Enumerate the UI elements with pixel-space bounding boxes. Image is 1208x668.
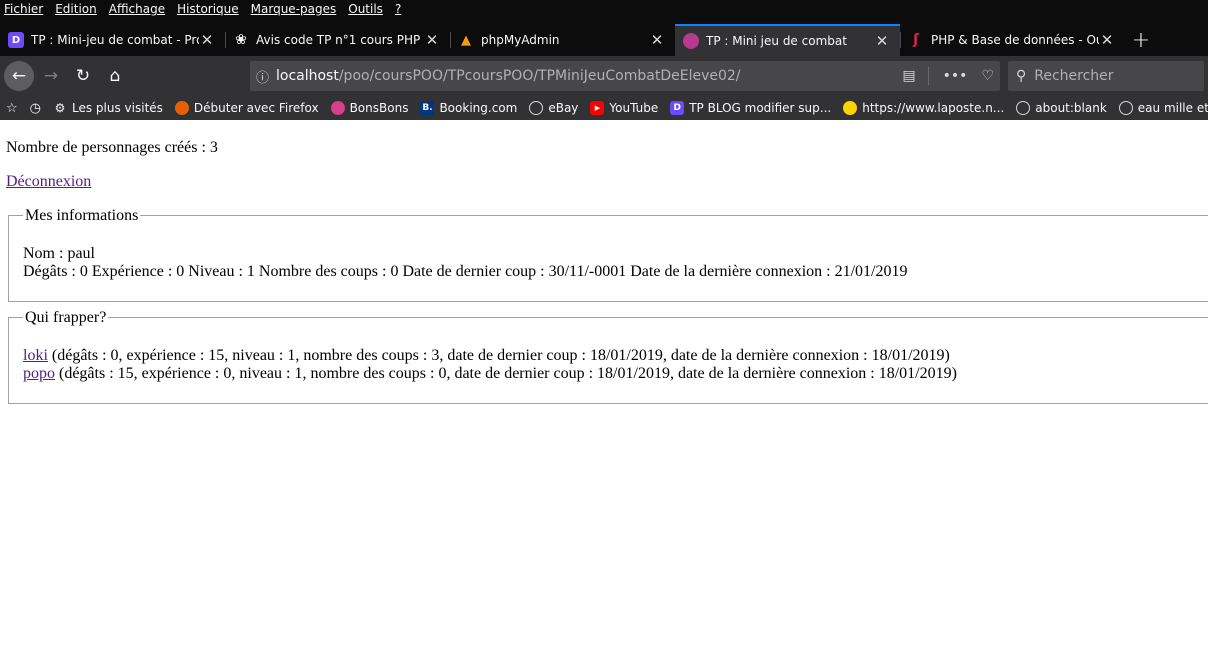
page-content: Nombre de personnages créés : 3 Déconnex…	[0, 120, 1208, 404]
page-favicon-icon	[683, 33, 699, 49]
phpmyadmin-favicon-icon: ▲	[461, 32, 471, 48]
tab-title: phpMyAdmin	[481, 33, 560, 47]
target-item: loki (dégâts : 0, expérience : 15, nivea…	[23, 347, 950, 364]
openclassrooms-icon: D	[670, 101, 685, 115]
url-path: /poo/coursPOO/TPcoursPOO/TPMiniJeuCombat…	[338, 68, 741, 84]
reader-view-icon[interactable]: ▤	[902, 68, 915, 84]
target-details: (dégâts : 0, expérience : 15, niveau : 1…	[47, 347, 950, 364]
target-item: popo (dégâts : 15, expérience : 0, nivea…	[23, 365, 957, 382]
targets-legend: Qui frapper?	[25, 309, 107, 326]
reload-button[interactable]: ↻	[68, 61, 98, 91]
bookmark-ebay[interactable]: eBay	[529, 101, 578, 115]
menu-historique[interactable]: Historique	[177, 2, 239, 16]
player-name: Nom : paul	[23, 245, 95, 262]
menu-marque-pages[interactable]: Marque-pages	[251, 2, 337, 16]
bookmark-most-visited[interactable]: ⚙ Les plus visités	[53, 101, 163, 115]
tab-4-active[interactable]: TP : Mini jeu de combat ✕	[675, 24, 900, 56]
search-icon: ⚲	[1016, 68, 1027, 84]
tab-title: TP : Mini-jeu de combat - Prog	[31, 33, 199, 47]
close-icon[interactable]: ✕	[199, 31, 215, 49]
laposte-icon	[843, 101, 858, 115]
tab-title: Avis code TP n°1 cours PHP PO	[256, 33, 424, 47]
menu-help[interactable]: ?	[395, 2, 401, 16]
globe-icon	[1118, 101, 1133, 115]
close-icon[interactable]: ✕	[649, 31, 665, 49]
bookmark-about-blank[interactable]: about:blank	[1016, 101, 1107, 115]
close-icon[interactable]: ✕	[874, 32, 890, 50]
bookmark-bonsbons[interactable]: BonsBons	[330, 101, 408, 115]
pocket-icon[interactable]: ♡	[981, 68, 994, 84]
forward-button[interactable]: →	[36, 61, 66, 91]
bookmark-eau-mille[interactable]: eau mille et une fuites ...	[1118, 101, 1208, 115]
url-host: localhost	[276, 68, 339, 84]
new-tab-button[interactable]: +	[1125, 24, 1157, 56]
firefox-icon	[174, 101, 189, 115]
tab-title: PHP & Base de données - Ouve	[931, 33, 1099, 47]
url-bar[interactable]: ⓘ localhost /poo/coursPOO/TPcoursPOO/TPM…	[250, 61, 1000, 91]
tab-title: TP : Mini jeu de combat	[706, 34, 847, 48]
forum-favicon-icon: ❀	[235, 32, 247, 48]
tab-3[interactable]: ▲ phpMyAdmin ✕	[450, 24, 675, 56]
close-icon[interactable]: ✕	[1099, 31, 1115, 49]
target-details: (dégâts : 15, expérience : 0, niveau : 1…	[55, 365, 957, 382]
menu-affichage[interactable]: Affichage	[109, 2, 165, 16]
logout-link[interactable]: Déconnexion	[6, 173, 91, 190]
gear-icon: ⚙	[54, 101, 66, 115]
globe-icon	[1016, 101, 1031, 115]
bookmark-youtube[interactable]: ▶ YouTube	[590, 101, 658, 115]
bookmark-tp-blog[interactable]: D TP BLOG modifier sup...	[670, 101, 831, 115]
openclassrooms-favicon-icon: D	[8, 32, 24, 48]
search-placeholder: Rechercher	[1034, 68, 1114, 84]
tab-bar: D TP : Mini-jeu de combat - Prog ✕ ❀ Avi…	[0, 18, 1208, 56]
player-stats: Dégâts : 0 Expérience : 0 Niveau : 1 Nom…	[23, 263, 908, 280]
tab-1[interactable]: D TP : Mini-jeu de combat - Prog ✕	[0, 24, 225, 56]
bookmark-firefox[interactable]: Débuter avec Firefox	[174, 101, 319, 115]
bookmark-laposte[interactable]: https://www.laposte.n...	[843, 101, 1004, 115]
menu-edition[interactable]: Edition	[55, 2, 97, 16]
home-button[interactable]: ⌂	[100, 61, 130, 91]
nav-bar: ← → ↻ ⌂ ⓘ localhost /poo/coursPOO/TPcour…	[0, 56, 1208, 96]
close-icon[interactable]: ✕	[424, 31, 440, 49]
menu-outils[interactable]: Outils	[348, 2, 383, 16]
target-link-loki[interactable]: loki	[23, 347, 48, 364]
targets-fieldset: Qui frapper? loki (dégâts : 0, expérienc…	[8, 308, 1208, 404]
youtube-icon: ▶	[590, 101, 605, 115]
my-info-legend: Mes informations	[25, 207, 139, 224]
bookmarks-toolbar: ☆ ◷ ⚙ Les plus visités Débuter avec Firef…	[0, 96, 1208, 120]
bookmark-booking[interactable]: B. Booking.com	[420, 101, 517, 115]
globe-icon	[529, 101, 544, 115]
info-icon[interactable]: ⓘ	[256, 67, 276, 86]
symfony-favicon-icon: ʃ	[913, 32, 919, 48]
bonsbons-icon	[330, 101, 345, 115]
booking-icon: B.	[420, 101, 435, 115]
back-button[interactable]: ←	[4, 61, 34, 91]
history-icon[interactable]: ◷	[30, 101, 41, 116]
menu-bar: Fichier Edition Affichage Historique Mar…	[0, 0, 1208, 18]
page-actions-icon[interactable]: •••	[943, 68, 968, 84]
search-bar[interactable]: ⚲ Rechercher	[1008, 61, 1204, 91]
target-link-popo[interactable]: popo	[23, 365, 55, 382]
tab-5[interactable]: ʃ PHP & Base de données - Ouve ✕	[900, 24, 1125, 56]
bookmark-star-icon[interactable]: ☆	[6, 101, 18, 116]
menu-fichier[interactable]: Fichier	[4, 2, 43, 16]
character-count: Nombre de personnages créés : 3	[6, 139, 218, 156]
my-info-fieldset: Mes informations Nom : paul Dégâts : 0 E…	[8, 206, 1208, 302]
tab-2[interactable]: ❀ Avis code TP n°1 cours PHP PO ✕	[225, 24, 450, 56]
